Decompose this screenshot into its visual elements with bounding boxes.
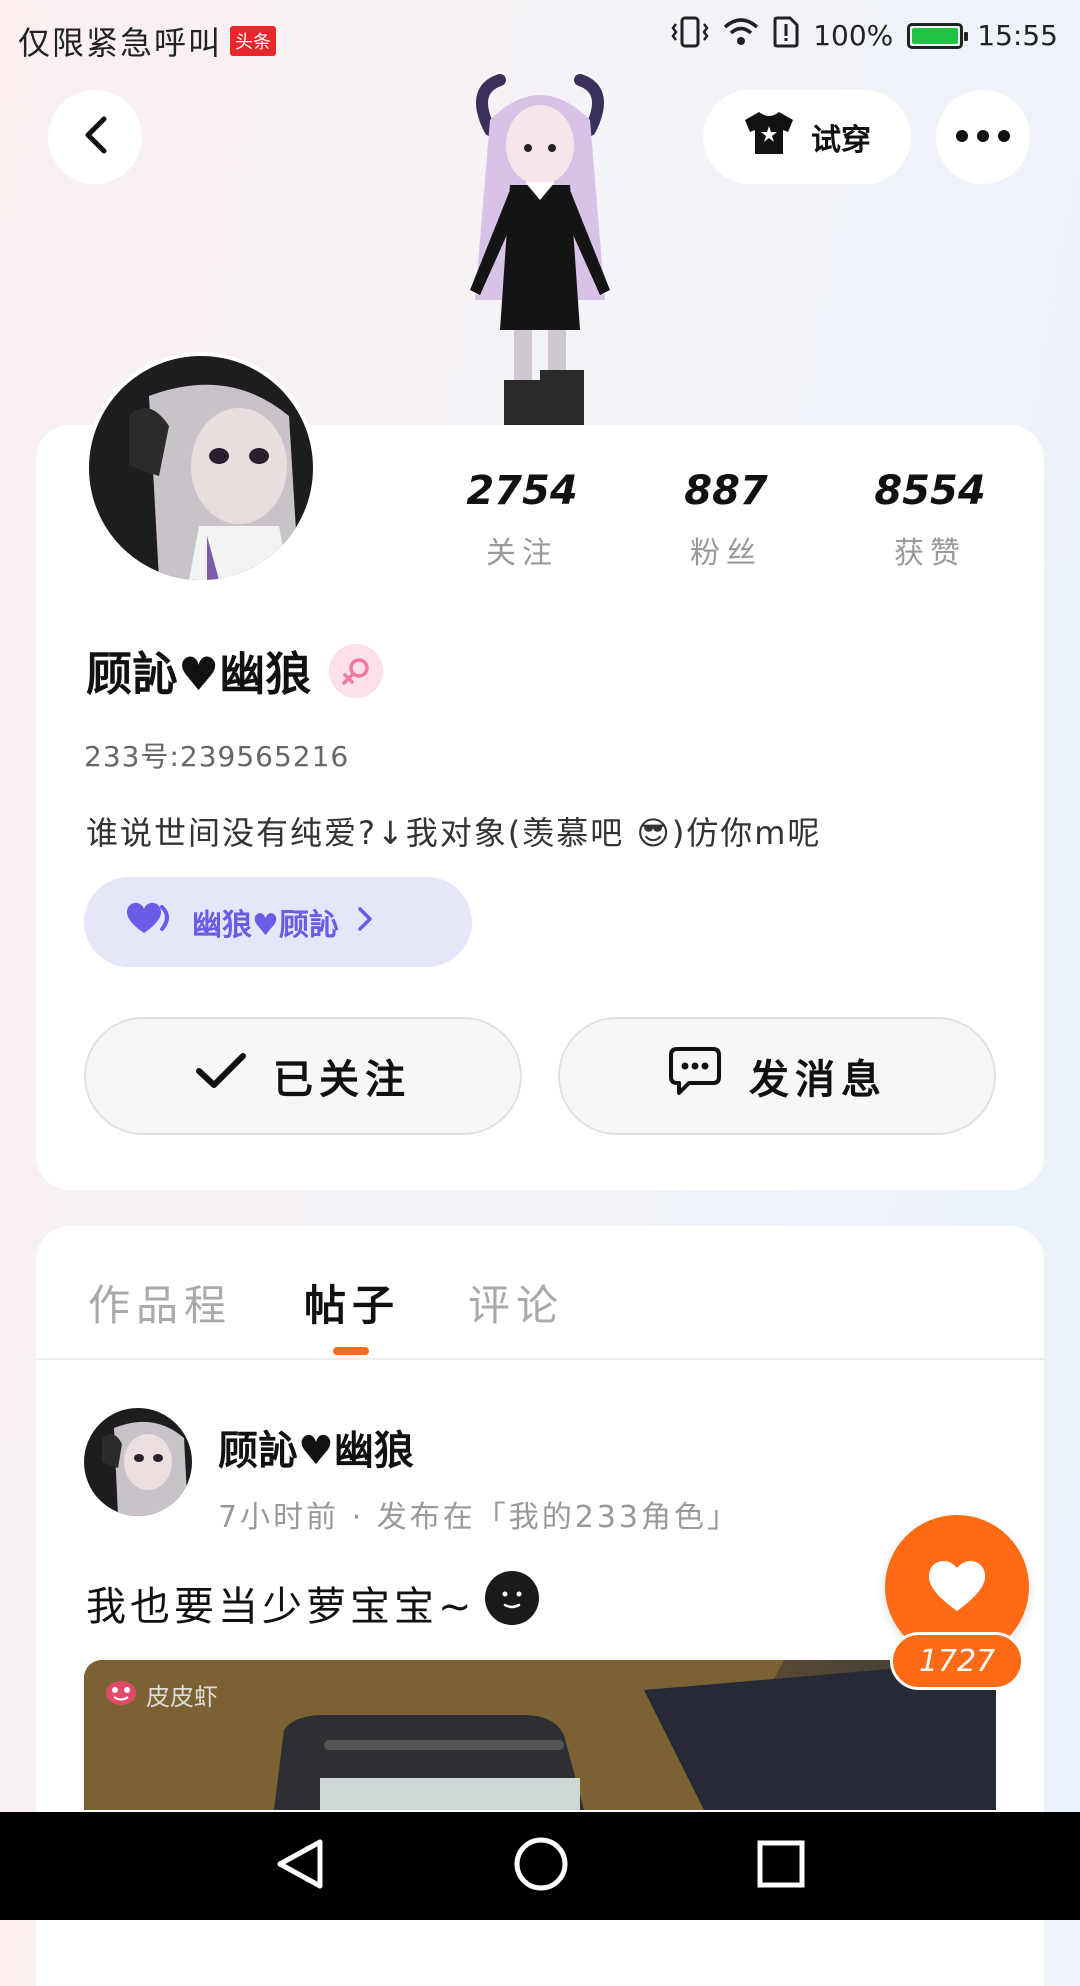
avatar-character-image bbox=[430, 70, 650, 425]
stat-likes-value: 8554 bbox=[874, 468, 986, 514]
moon-face-icon bbox=[484, 1570, 540, 1636]
vibrate-icon bbox=[671, 16, 709, 55]
check-icon bbox=[195, 1051, 247, 1101]
chat-icon bbox=[667, 1045, 723, 1107]
stat-following-label: 关注 bbox=[486, 536, 558, 571]
couple-chip-label: 幽狼♥顾訫 bbox=[192, 908, 339, 943]
profile-name: 顾訫♥幽狼 bbox=[86, 647, 312, 701]
tab-works[interactable]: 作品程 bbox=[88, 1272, 232, 1333]
stat-likes[interactable]: 8554 获赞 bbox=[840, 468, 1020, 572]
stat-followers-label: 粉丝 bbox=[690, 536, 762, 571]
status-right: 100% 15:55 bbox=[671, 16, 1058, 55]
post-meta: 7小时前 · 发布在「我的233角色」 bbox=[218, 1500, 740, 1535]
pipixia-logo-icon bbox=[104, 1676, 138, 1712]
like-count: 1727 bbox=[890, 1632, 1024, 1690]
avatar-image bbox=[89, 356, 313, 580]
post-image[interactable]: 皮皮虾 bbox=[84, 1660, 996, 1810]
avatar[interactable] bbox=[85, 352, 317, 584]
back-button[interactable] bbox=[48, 90, 142, 184]
post-text: 我也要当少萝宝宝~ bbox=[86, 1584, 476, 1630]
profile-name-row: 顾訫♥幽狼 bbox=[86, 638, 384, 704]
nav-back-icon[interactable] bbox=[274, 1836, 326, 1896]
tab-divider bbox=[36, 1358, 1044, 1360]
bio: 谁说世间没有纯爱?↓我对象(羡慕吧 😎)仿你m呢 bbox=[86, 814, 822, 852]
user-id: 233号:239565216 bbox=[84, 740, 350, 773]
post-author[interactable]: 顾訫♥幽狼 bbox=[218, 1418, 414, 1476]
watermark-text: 皮皮虾 bbox=[146, 1682, 218, 1711]
carrier-text: 仅限紧急呼叫 bbox=[18, 24, 223, 62]
more-button[interactable] bbox=[936, 90, 1030, 184]
message-button[interactable]: 发消息 bbox=[558, 1017, 996, 1135]
wifi-icon bbox=[723, 17, 759, 54]
back-icon bbox=[80, 115, 110, 159]
nav-home-icon[interactable] bbox=[513, 1836, 569, 1896]
navigation-bar bbox=[0, 1812, 1080, 1920]
clock: 15:55 bbox=[977, 19, 1058, 52]
watermark: 皮皮虾 bbox=[104, 1676, 218, 1712]
stat-likes-label: 获赞 bbox=[894, 536, 966, 571]
status-left: 仅限紧急呼叫 头条 bbox=[18, 18, 277, 64]
stat-followers-value: 887 bbox=[684, 468, 768, 514]
shirt-icon bbox=[743, 110, 795, 164]
couple-chip[interactable]: 幽狼♥顾訫 bbox=[84, 877, 472, 967]
stat-following-value: 2754 bbox=[466, 468, 578, 514]
message-label: 发消息 bbox=[749, 1057, 887, 1103]
status-bar: 仅限紧急呼叫 头条 100% 15:55 bbox=[0, 0, 1080, 72]
chevron-right-icon bbox=[357, 905, 373, 940]
heart-couple-icon bbox=[124, 901, 174, 943]
more-icon bbox=[955, 128, 1011, 147]
post-avatar[interactable] bbox=[84, 1408, 192, 1516]
follow-label: 已关注 bbox=[273, 1057, 411, 1103]
stat-followers[interactable]: 887 粉丝 bbox=[636, 468, 816, 572]
battery-fill bbox=[912, 27, 959, 44]
post-text-row: 我也要当少萝宝宝~ bbox=[86, 1570, 540, 1636]
try-on-button[interactable]: 试穿 bbox=[703, 90, 911, 184]
try-on-label: 试穿 bbox=[811, 123, 871, 158]
battery-icon bbox=[907, 22, 969, 49]
nav-recent-icon[interactable] bbox=[756, 1839, 806, 1893]
heart-icon bbox=[926, 1557, 988, 1617]
tab-posts[interactable]: 帖子 bbox=[304, 1272, 400, 1333]
battery-text: 100% bbox=[813, 19, 894, 52]
female-icon bbox=[329, 644, 384, 698]
follow-button[interactable]: 已关注 bbox=[84, 1017, 522, 1135]
tab-indicator bbox=[333, 1347, 369, 1355]
stat-following[interactable]: 2754 关注 bbox=[432, 468, 612, 572]
alert-sim-icon bbox=[773, 16, 799, 55]
toutiao-badge: 头条 bbox=[230, 26, 277, 56]
tab-comments[interactable]: 评论 bbox=[468, 1272, 564, 1333]
